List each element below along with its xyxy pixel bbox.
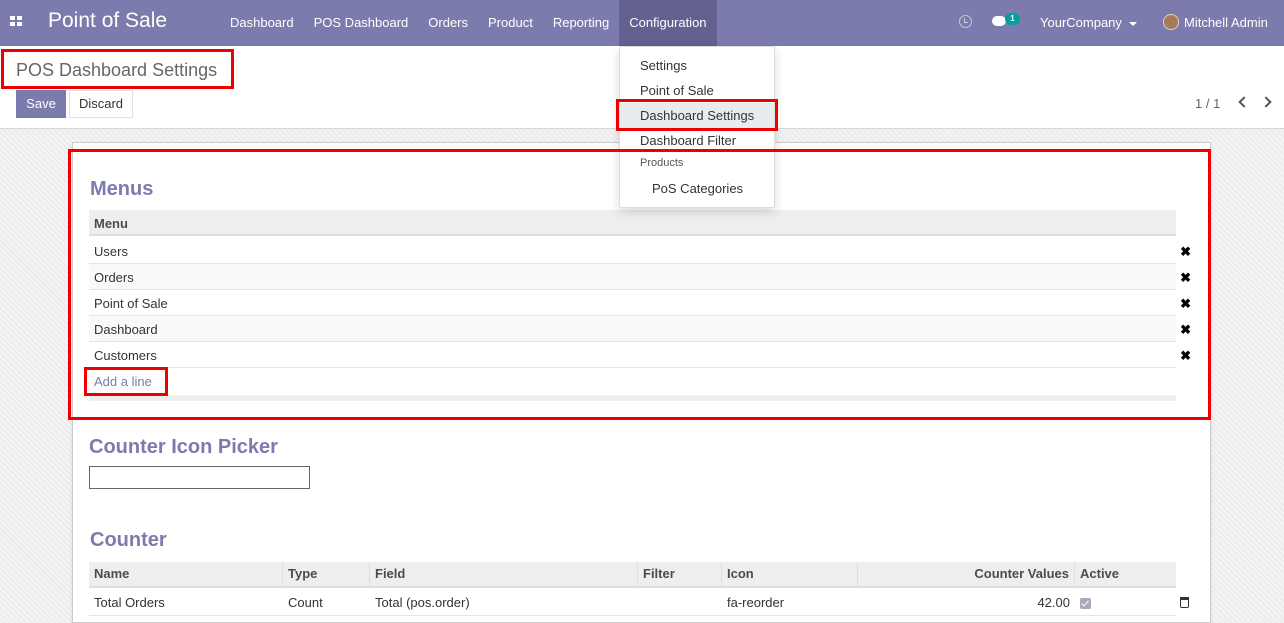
delete-row-icon[interactable]: ✖ [1180, 296, 1191, 312]
dropdown-item-settings[interactable]: Settings [620, 53, 774, 78]
counter-table-header: Name Type Field Filter Icon Counter Valu… [89, 562, 1176, 588]
menu-row-label: Point of Sale [94, 296, 168, 311]
dropdown-item-dashboard-settings[interactable]: Dashboard Settings [620, 103, 774, 128]
top-navbar: Point of Sale Dashboard POS Dashboard Or… [0, 0, 1284, 46]
dropdown-item-pos-categories[interactable]: PoS Categories [620, 176, 774, 201]
dropdown-item-point-of-sale[interactable]: Point of Sale [620, 78, 774, 103]
column-header[interactable]: Active [1075, 562, 1176, 588]
column-header[interactable]: Counter Values [858, 562, 1075, 588]
add-line-link[interactable]: Add a line [94, 374, 152, 389]
user-avatar[interactable] [1163, 14, 1179, 30]
company-name: YourCompany [1040, 15, 1122, 30]
dropdown-section-header: Products [640, 157, 684, 169]
discard-button[interactable]: Discard [69, 90, 133, 118]
chat-count-badge: 1 [1005, 13, 1020, 25]
icon-picker-title: Counter Icon Picker [89, 436, 278, 458]
company-switcher[interactable]: YourCompany [1040, 15, 1137, 30]
icon-picker-input[interactable] [89, 466, 310, 489]
menu-row-label: Users [94, 244, 128, 259]
menu-row[interactable]: Dashboard ✖ [89, 316, 1191, 342]
column-header[interactable]: Filter [638, 562, 722, 588]
active-checkbox[interactable] [1080, 598, 1091, 610]
chevron-left-icon[interactable] [1238, 96, 1250, 108]
menu-product[interactable]: Product [478, 0, 543, 46]
menu-row-label: Dashboard [94, 322, 158, 337]
column-header[interactable]: Icon [722, 562, 858, 588]
delete-row-icon[interactable]: ✖ [1180, 322, 1191, 338]
menus-table-header: Menu [89, 210, 1176, 236]
apps-menu-icon[interactable] [10, 16, 23, 28]
trash-icon[interactable] [1180, 597, 1189, 608]
column-header[interactable]: Type [283, 562, 370, 588]
chevron-right-icon[interactable] [1260, 96, 1272, 108]
user-name[interactable]: Mitchell Admin [1184, 15, 1268, 30]
counter-name: Total Orders [94, 595, 165, 610]
menu-row-label: Orders [94, 270, 134, 285]
counter-type: Count [288, 595, 323, 610]
delete-row-icon[interactable]: ✖ [1180, 270, 1191, 286]
counter-filter [638, 590, 722, 616]
dropdown-item-dashboard-filter[interactable]: Dashboard Filter [620, 128, 774, 153]
active-cell [1075, 590, 1176, 616]
menu-row[interactable]: Point of Sale ✖ [89, 290, 1191, 316]
counter-field: Total (pos.order) [375, 595, 470, 610]
menus-section-title: Menus [90, 178, 154, 200]
app-name[interactable]: Point of Sale [48, 9, 167, 33]
menus-table-footer [89, 395, 1176, 401]
counter-icon-name: fa-reorder [727, 595, 785, 610]
delete-row-icon[interactable]: ✖ [1180, 244, 1191, 260]
menu-orders[interactable]: Orders [418, 0, 478, 46]
menu-row[interactable]: Users ✖ [89, 238, 1191, 264]
delete-row-icon[interactable]: ✖ [1180, 348, 1191, 364]
activity-clock-icon[interactable] [959, 15, 972, 28]
counter-value: 42.00 [1037, 595, 1070, 610]
column-header[interactable]: Name [89, 562, 283, 588]
menu-configuration[interactable]: Configuration [619, 0, 717, 46]
counter-section-title: Counter [90, 529, 167, 551]
pager-value[interactable]: 1 / 1 [1195, 96, 1220, 111]
menu-reporting[interactable]: Reporting [543, 0, 619, 46]
configuration-dropdown: Settings Point of Sale Dashboard Setting… [619, 46, 775, 208]
caret-down-icon [1128, 21, 1137, 26]
menu-row[interactable]: Customers ✖ [89, 342, 1191, 368]
menu-pos-dashboard[interactable]: POS Dashboard [304, 0, 419, 46]
main-menu: Dashboard POS Dashboard Orders Product R… [220, 0, 717, 46]
save-button[interactable]: Save [16, 90, 66, 118]
menu-dashboard[interactable]: Dashboard [220, 0, 304, 46]
table-row[interactable]: Total Orders Count Total (pos.order) fa-… [89, 590, 1176, 616]
column-header[interactable]: Field [370, 562, 638, 588]
menu-row-label: Customers [94, 348, 157, 363]
menu-row[interactable]: Orders ✖ [89, 264, 1191, 290]
chat-icon[interactable] [992, 16, 1006, 26]
breadcrumb: POS Dashboard Settings [16, 60, 218, 80]
